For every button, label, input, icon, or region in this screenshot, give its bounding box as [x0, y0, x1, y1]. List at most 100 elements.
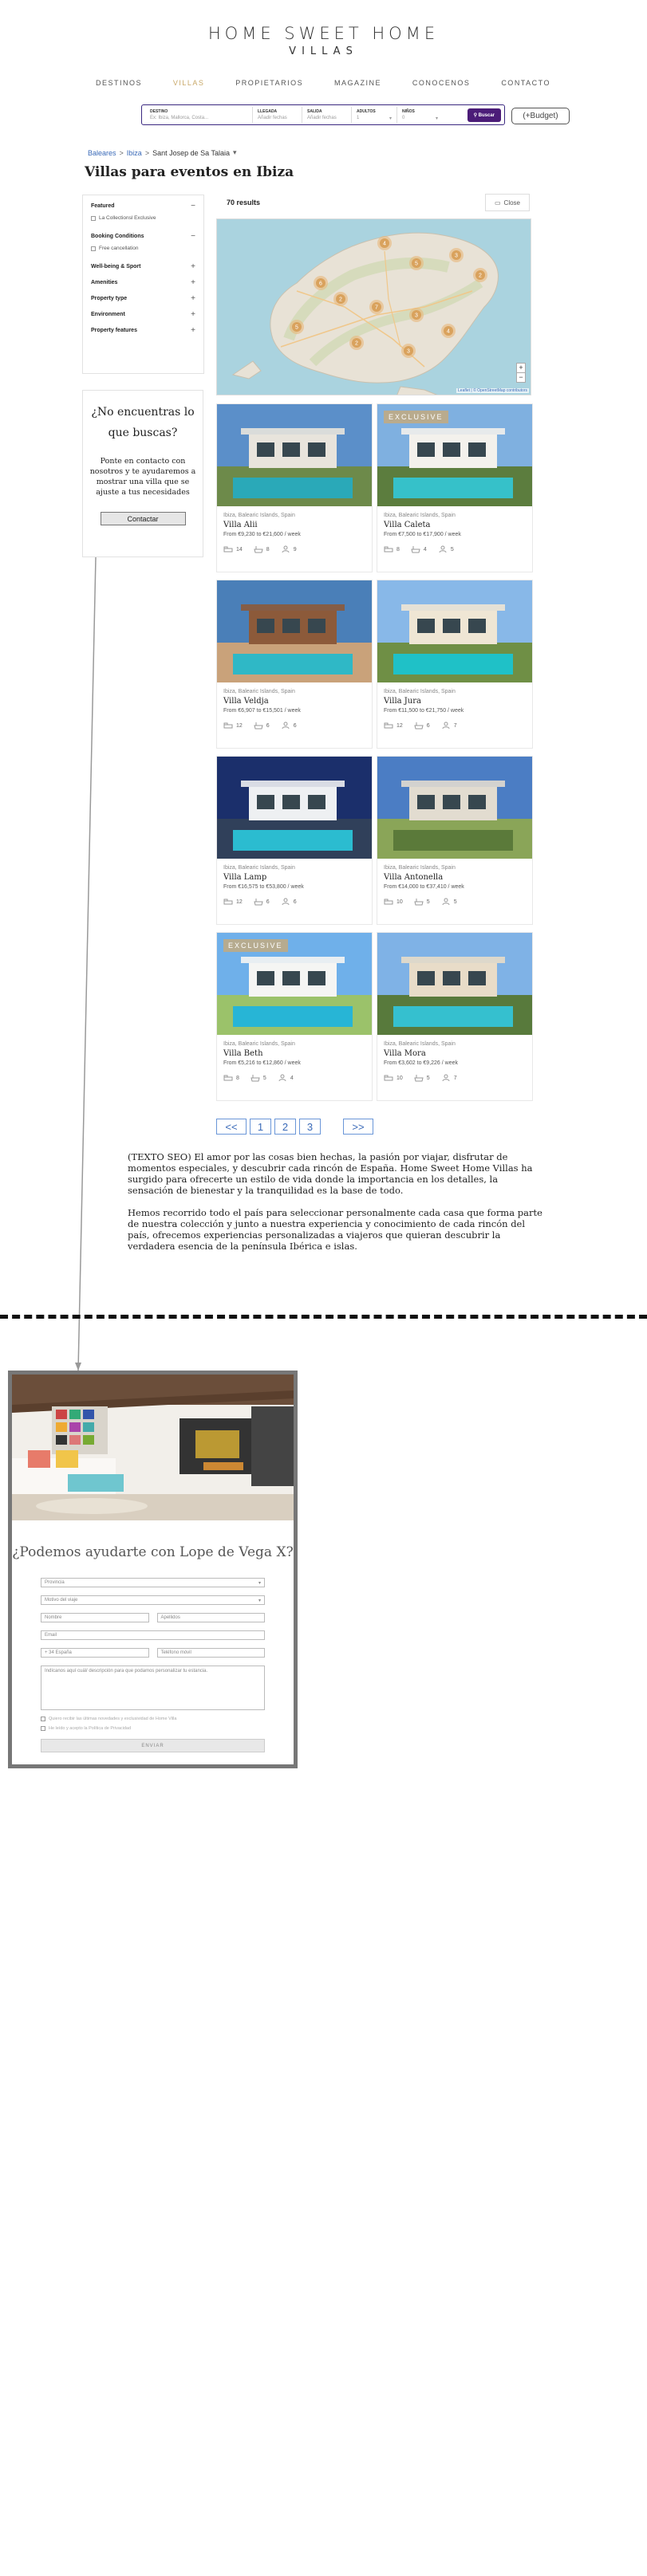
map-cluster-marker[interactable]: 6 [314, 276, 328, 290]
send-button[interactable]: ENVIAR [41, 1739, 265, 1752]
villa-amenities: 10 5 7 [384, 1074, 532, 1082]
villa-photo[interactable] [377, 580, 532, 682]
villa-name[interactable]: Villa Beth [223, 1049, 372, 1058]
guests-count: 4 [290, 1075, 294, 1081]
villa-card[interactable]: Ibiza, Balearic Islands, Spain Villa Jura… [377, 580, 533, 749]
bed-icon [384, 722, 393, 729]
guests-icon [442, 1074, 450, 1082]
villa-photo[interactable] [217, 404, 372, 506]
guests-icon [439, 545, 447, 553]
results-map[interactable]: 4 5 3 2 6 2 7 3 4 5 2 3 + − Leaflet | © OpenStreetM… [216, 218, 531, 395]
villa-card[interactable]: Ibiza, Balearic Islands, Spain Villa Veld… [216, 580, 373, 749]
surname-input[interactable]: Apellidos [156, 1613, 265, 1622]
page-3[interactable]: 3 [299, 1119, 321, 1135]
page-prev[interactable]: << [216, 1119, 247, 1135]
name-input[interactable]: Nombre [41, 1613, 149, 1622]
map-cluster-marker[interactable]: 3 [449, 248, 464, 262]
map-cluster-marker[interactable]: 4 [377, 236, 392, 250]
guests-icon [282, 722, 290, 730]
villa-name[interactable]: Villa Antonella [384, 873, 532, 882]
villa-amenities: 14 8 9 [223, 545, 372, 553]
villa-name[interactable]: Villa Veldja [223, 697, 372, 706]
page-2[interactable]: 2 [274, 1119, 296, 1135]
privacy-checkbox[interactable] [41, 1726, 45, 1731]
villa-card[interactable]: EXCLUSIVE Ibiza, Balearic Islands, Spain V… [377, 403, 533, 572]
map-cluster-marker[interactable]: 3 [409, 308, 424, 322]
villa-amenities: 10 5 5 [384, 898, 532, 906]
villa-price: From €5,216 to €12,860 / week [223, 1060, 301, 1066]
bathrooms-count: 5 [426, 1075, 430, 1081]
map-cluster-marker[interactable]: 5 [409, 256, 424, 270]
map-marker-count: 6 [319, 281, 322, 287]
villa-card[interactable]: Ibiza, Balearic Islands, Spain Villa Anto… [377, 756, 533, 925]
bedrooms-count: 8 [396, 546, 400, 553]
bed-icon [384, 899, 393, 905]
bathrooms-count: 6 [266, 722, 270, 729]
map-cluster-marker[interactable]: 2 [349, 336, 364, 350]
newsletter-checkbox[interactable] [41, 1717, 45, 1721]
map-cluster-marker[interactable]: 2 [473, 268, 487, 282]
villa-price: From €9,230 to €21,600 / week [223, 532, 301, 537]
province-select[interactable]: Provincia ▾ [41, 1578, 265, 1587]
guests-count: 6 [293, 722, 297, 729]
bed-icon [384, 1075, 393, 1081]
map-marker-count: 4 [447, 329, 450, 335]
message-textarea[interactable]: Indícanos aquí cuál/ descripción para qu… [41, 1666, 265, 1710]
bed-icon [223, 722, 233, 729]
close-map-button[interactable]: ▭ Close [485, 194, 530, 211]
villa-card[interactable]: Ibiza, Balearic Islands, Spain Villa Alii… [216, 403, 373, 572]
villa-card[interactable]: Ibiza, Balearic Islands, Spain Villa Mora… [377, 932, 533, 1101]
zoom-in-button[interactable]: + [517, 364, 525, 372]
villa-name[interactable]: Villa Jura [384, 697, 532, 706]
villa-photo[interactable] [217, 580, 372, 682]
map-icon: ▭ [494, 199, 501, 206]
trip-reason-select[interactable]: Motivo del viaje ▾ [41, 1595, 265, 1605]
bath-icon [254, 722, 263, 730]
page-next[interactable]: >> [343, 1119, 373, 1135]
contact-title: ¿Podemos ayudarte con Lope de Vega X? [12, 1544, 294, 1560]
map-cluster-marker[interactable]: 5 [290, 320, 304, 334]
villa-name[interactable]: Villa Lamp [223, 873, 372, 882]
guests-count: 7 [453, 722, 457, 729]
contact-form-popup: ¿Podemos ayudarte con Lope de Vega X? Pr… [8, 1371, 298, 1768]
villa-photo[interactable]: EXCLUSIVE [217, 933, 372, 1035]
map-cluster-marker[interactable]: 4 [441, 324, 456, 338]
villa-name[interactable]: Villa Mora [384, 1049, 532, 1058]
bedrooms-count: 12 [236, 899, 243, 905]
bed-icon [223, 546, 233, 553]
guests-count: 9 [293, 546, 297, 553]
bed-icon [223, 899, 233, 905]
seo-text: (TEXTO SEO) El amor por las cosas bien h… [128, 1151, 542, 1252]
map-cluster-marker[interactable]: 7 [369, 300, 384, 314]
villa-photo[interactable] [377, 933, 532, 1035]
email-input[interactable]: Email [41, 1630, 265, 1640]
bathrooms: 6 [414, 722, 430, 730]
villa-card[interactable]: Ibiza, Balearic Islands, Spain Villa Lamp… [216, 756, 373, 925]
villa-photo[interactable]: EXCLUSIVE [377, 404, 532, 506]
villa-photo[interactable] [217, 757, 372, 859]
villa-name[interactable]: Villa Alii [223, 521, 372, 529]
map-marker-count: 2 [355, 341, 358, 347]
page-1[interactable]: 1 [250, 1119, 271, 1135]
bedrooms-count: 8 [236, 1075, 239, 1081]
bedrooms: 12 [223, 898, 243, 906]
bath-icon [254, 899, 263, 906]
villa-location: Ibiza, Balearic Islands, Spain [384, 689, 456, 694]
villa-interior-photo [12, 1375, 294, 1520]
bedrooms: 10 [384, 898, 403, 906]
map-cluster-marker[interactable]: 3 [401, 344, 416, 358]
map-attribution[interactable]: Leaflet | © OpenStreetMap contributors [456, 388, 529, 393]
bedrooms-count: 14 [236, 546, 243, 553]
bathrooms-count: 8 [266, 546, 270, 553]
map-cluster-marker[interactable]: 2 [333, 292, 348, 306]
villa-price: From €14,000 to €37,410 / week [384, 884, 464, 890]
villa-location: Ibiza, Balearic Islands, Spain [223, 689, 295, 694]
villa-photo[interactable] [377, 757, 532, 859]
guests-count: 7 [453, 1075, 457, 1081]
phone-prefix-select[interactable]: + 34 España [41, 1648, 149, 1658]
villa-card[interactable]: EXCLUSIVE Ibiza, Balearic Islands, Spain V… [216, 932, 373, 1101]
seo-paragraph: Hemos recorrido todo el país para selecc… [128, 1207, 542, 1252]
zoom-out-button[interactable]: − [517, 372, 525, 382]
phone-input[interactable]: Teléfono móvil [156, 1648, 265, 1658]
villa-name[interactable]: Villa Caleta [384, 521, 532, 529]
